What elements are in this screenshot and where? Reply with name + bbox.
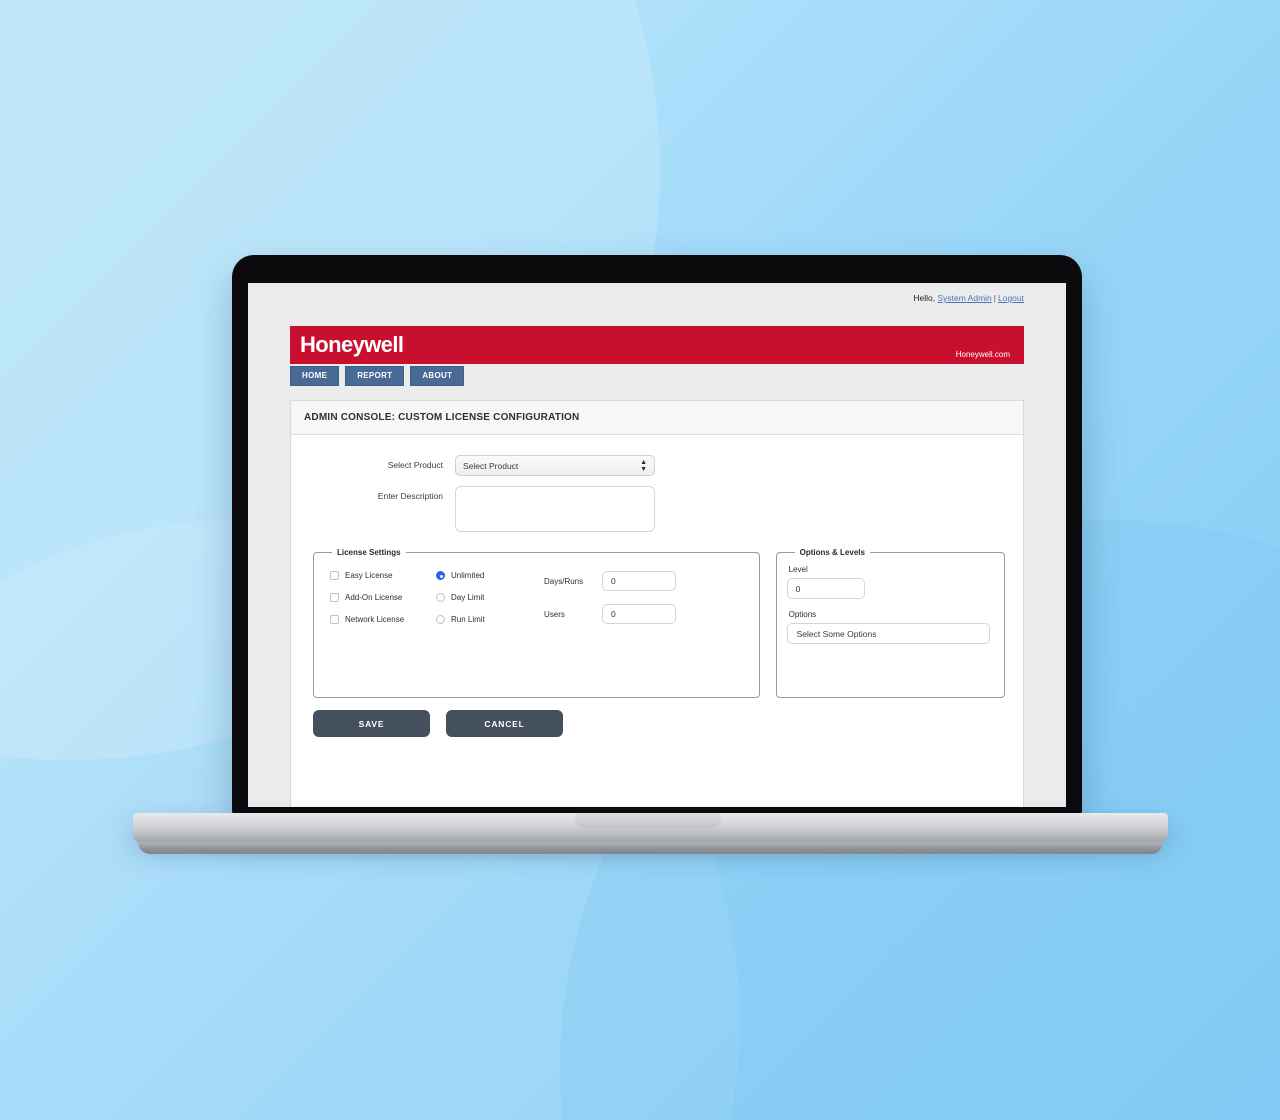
checkbox-label: Network License <box>345 615 405 624</box>
chevron-updown-icon: ▲ ▼ <box>640 458 647 473</box>
enter-description-label: Enter Description <box>377 491 443 501</box>
days-runs-row: Days/Runs 0 <box>544 571 745 591</box>
radio-icon <box>436 593 445 602</box>
greeting-text: Hello, <box>913 293 936 303</box>
options-levels-body: Level 0 Options Select Some Options <box>786 565 994 644</box>
honeywell-site-link[interactable]: Honeywell.com <box>956 350 1010 364</box>
page-title: ADMIN CONSOLE: CUSTOM LICENSE CONFIGURAT… <box>291 401 1023 435</box>
utility-bar: Hello, System Admin | Logout <box>248 283 1066 313</box>
checkbox-icon <box>330 571 339 580</box>
license-limit-radio-column: Unlimited Day Limit Run Limit <box>436 571 544 637</box>
radio-selected-icon <box>436 571 445 580</box>
radio-label: Unlimited <box>451 571 485 580</box>
form-actions: SAVE CANCEL <box>309 698 1005 737</box>
radio-label: Run Limit <box>451 615 485 624</box>
nav-item-home[interactable]: HOME <box>290 366 340 386</box>
select-product-dropdown[interactable]: Select Product ▲ ▼ <box>455 455 655 476</box>
level-input[interactable]: 0 <box>786 578 865 599</box>
web-page: Hello, System Admin | Logout Honeywell H… <box>248 283 1066 807</box>
radio-day-limit[interactable]: Day Limit <box>436 593 544 602</box>
users-input[interactable]: 0 <box>602 604 676 624</box>
nav-item-about[interactable]: ABOUT <box>410 366 465 386</box>
select-product-row: Select Product Select Product ▲ ▼ <box>309 455 1005 476</box>
options-label: Options <box>788 610 817 619</box>
days-runs-label: Days/Runs <box>544 576 584 586</box>
radio-icon <box>436 615 445 624</box>
select-product-value: Select Product <box>463 460 519 471</box>
license-settings-legend: License Settings <box>337 548 401 557</box>
settings-panels: License Settings Easy License Add-On Lic… <box>309 542 1005 698</box>
system-admin-link[interactable]: System Admin <box>937 293 991 303</box>
form-body: Select Product Select Product ▲ ▼ Enter D… <box>291 435 1023 737</box>
checkbox-easy-license[interactable]: Easy License <box>330 571 436 580</box>
checkbox-icon <box>330 593 339 602</box>
radio-run-limit[interactable]: Run Limit <box>436 615 544 624</box>
content-card: ADMIN CONSOLE: CUSTOM LICENSE CONFIGURAT… <box>290 400 1024 807</box>
license-settings-grid: Easy License Add-On License Network Lice… <box>324 563 749 637</box>
options-levels-fieldset: Options & Levels Level 0 Options Select … <box>775 548 1005 698</box>
nav-item-report[interactable]: REPORT <box>345 366 405 386</box>
options-multiselect[interactable]: Select Some Options <box>786 623 990 644</box>
logout-link[interactable]: Logout <box>998 293 1024 303</box>
checkbox-label: Easy License <box>345 571 393 580</box>
options-levels-legend: Options & Levels <box>799 548 865 557</box>
days-runs-input[interactable]: 0 <box>602 571 676 591</box>
laptop-base-notch <box>575 813 721 828</box>
level-label: Level <box>788 565 808 574</box>
radio-unlimited[interactable]: Unlimited <box>436 571 544 580</box>
checkbox-network-license[interactable]: Network License <box>330 615 436 624</box>
brand-banner: Honeywell Honeywell.com <box>290 326 1024 364</box>
laptop-mockup: Hello, System Admin | Logout Honeywell H… <box>0 0 1280 1120</box>
license-type-checkbox-column: Easy License Add-On License Network Lice… <box>330 571 436 637</box>
radio-label: Day Limit <box>451 593 485 602</box>
honeywell-logo: Honeywell <box>300 332 404 357</box>
checkbox-add-on-license[interactable]: Add-On License <box>330 593 436 602</box>
enter-description-row: Enter Description <box>309 486 1005 532</box>
cancel-button[interactable]: CANCEL <box>446 710 563 737</box>
laptop-screen: Hello, System Admin | Logout Honeywell H… <box>248 283 1066 807</box>
users-row: Users 0 <box>544 604 745 624</box>
laptop-base-shadow <box>150 853 1150 858</box>
license-settings-fieldset: License Settings Easy License Add-On Lic… <box>313 548 760 698</box>
checkbox-label: Add-On License <box>345 593 403 602</box>
main-navigation: HOME REPORT ABOUT <box>290 366 465 386</box>
save-button[interactable]: SAVE <box>313 710 430 737</box>
select-product-label: Select Product <box>387 460 443 470</box>
checkbox-icon <box>330 615 339 624</box>
description-textarea[interactable] <box>455 486 655 532</box>
scene: Hello, System Admin | Logout Honeywell H… <box>0 0 1280 1120</box>
users-label: Users <box>544 609 565 619</box>
link-separator: | <box>993 293 996 303</box>
license-number-column: Days/Runs 0 Users 0 <box>544 571 745 637</box>
